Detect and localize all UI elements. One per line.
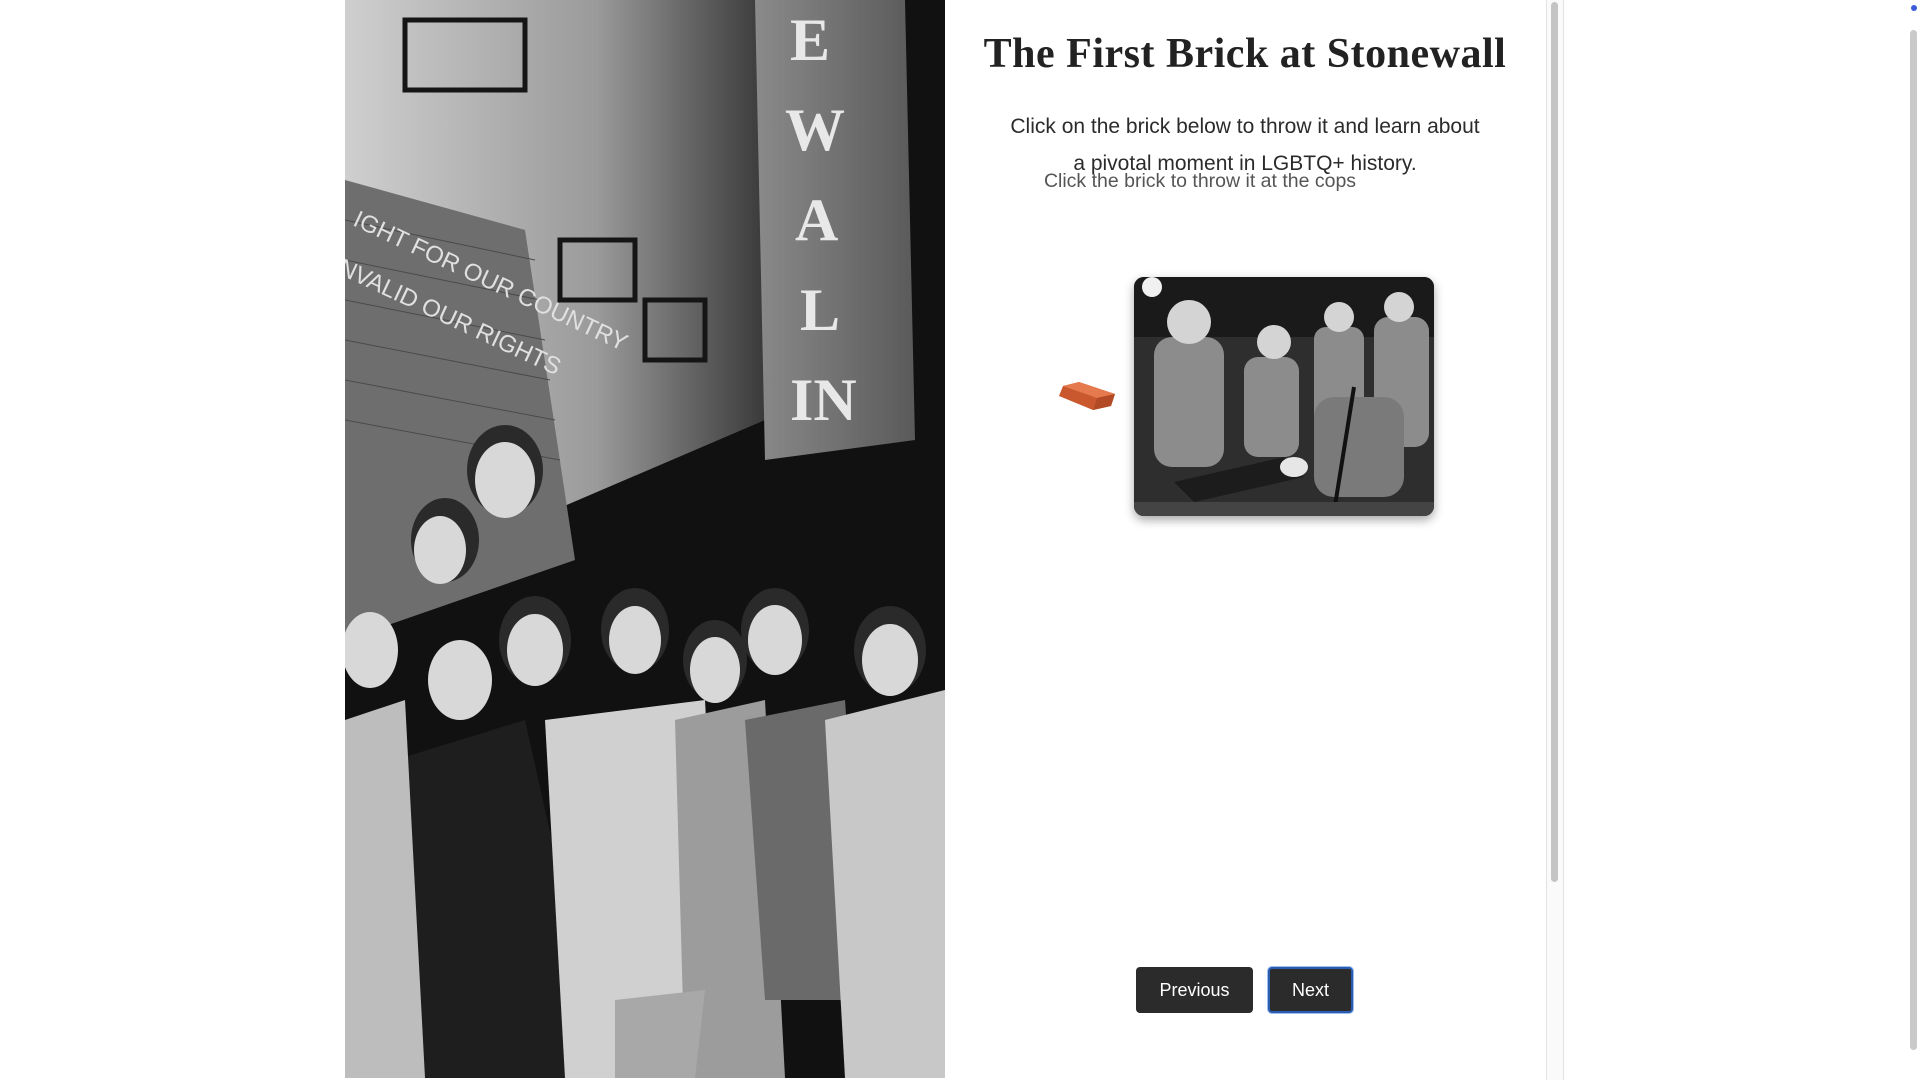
next-button[interactable]: Next — [1268, 967, 1353, 1013]
stonewall-inn-crowd-photo: EW AL IN IGHT FOR OUR COUNTRY INVALID OU… — [345, 0, 945, 1078]
brick-icon[interactable] — [1059, 382, 1115, 410]
hint-text: Click the brick to throw it at the cops — [1043, 170, 1357, 192]
svg-text:E: E — [790, 7, 830, 73]
window-scrollbar[interactable] — [1906, 0, 1920, 1080]
svg-text:A: A — [795, 187, 838, 253]
svg-text:W: W — [785, 97, 845, 163]
police-line-photo — [1134, 277, 1434, 516]
svg-text:L: L — [800, 277, 840, 343]
indicator-dot-icon — [1911, 5, 1917, 11]
window-scrollbar-thumb[interactable] — [1910, 30, 1917, 1050]
panel-scrollbar-thumb[interactable] — [1551, 2, 1558, 882]
previous-button[interactable]: Previous — [1136, 967, 1253, 1013]
page-title: The First Brick at Stonewall — [983, 31, 1507, 77]
panel-scrollbar[interactable] — [1546, 0, 1564, 1080]
content-panel: The First Brick at Stonewall Click on th… — [945, 0, 1545, 1080]
svg-text:IN: IN — [790, 367, 857, 433]
